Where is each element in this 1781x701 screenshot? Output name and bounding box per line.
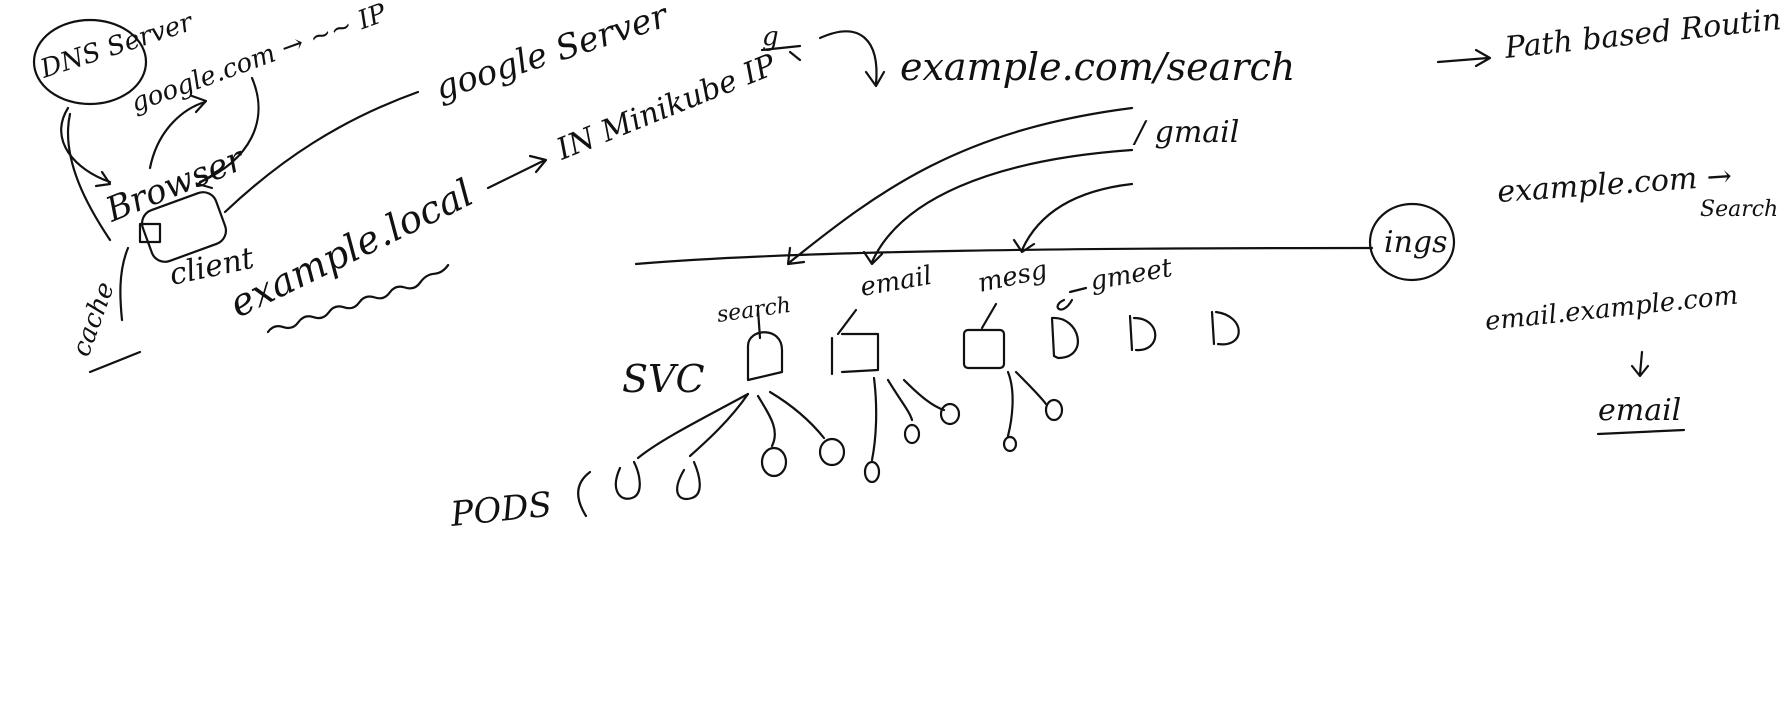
pod-9: [1044, 398, 1064, 422]
gmeet-svc-label: gmeet: [1088, 253, 1175, 297]
path-based-routing-label: Path based Routing: [1502, 0, 1781, 66]
svc-email: [830, 332, 880, 376]
svc-mesg: [962, 328, 1006, 370]
email-underline: [1596, 428, 1686, 436]
ingress-line: [634, 246, 1374, 266]
mesg-pod-line-2: [1014, 370, 1048, 406]
cache-underline: [88, 350, 142, 374]
gmail-path-label: / gmail: [1132, 115, 1239, 150]
dns-outer-curve: [67, 112, 112, 242]
pod-1: [614, 460, 641, 500]
gmeet-arrow: [1068, 286, 1088, 294]
example-local-label: example.local: [223, 170, 480, 326]
pod-7: [939, 402, 961, 426]
svc-extra-1: [1128, 314, 1157, 352]
email-pod-line-2: [886, 378, 914, 422]
email-svc-label: email: [858, 261, 934, 303]
svc-search: [746, 331, 784, 382]
svc-label: SVC: [622, 357, 705, 401]
gmail-route-arrow: [870, 148, 1134, 264]
search-pod-line-3: [756, 394, 776, 448]
svc-gmeet: [1050, 316, 1079, 360]
pods-bracket: [577, 470, 592, 518]
pods-label: PODS: [448, 485, 554, 535]
gmeet-arrow-stem: [1056, 298, 1074, 311]
whiteboard-canvas: DNS Server google.com → ~~ IP Browser cl…: [0, 0, 1781, 701]
arrowhead: [864, 70, 886, 88]
email-pod-line-1: [870, 376, 878, 462]
pod-8: [1002, 435, 1018, 453]
search-pod-line-1: [636, 392, 750, 460]
pod-6: [903, 423, 921, 445]
example-to-search-label: example.com →: [1496, 159, 1733, 210]
email-tick: [836, 308, 858, 336]
cache-link: [119, 246, 130, 322]
pod-5: [863, 460, 881, 484]
search-pod-line-4: [768, 390, 826, 440]
mesg-svc-label: mesg: [975, 255, 1050, 299]
search-svc-label: search: [715, 293, 792, 328]
mesg-pod-line-1: [1006, 370, 1014, 438]
arrow-to-minikube: [486, 158, 547, 190]
example-search-label: example.com/search: [900, 45, 1295, 89]
diagram-svg: DNS Server google.com → ~~ IP Browser cl…: [32, 0, 1781, 535]
google-server-label: google Server: [430, 0, 674, 109]
email-example-label: email.example.com: [1484, 281, 1740, 337]
in-minikube-ip-label: IN Minikube IP: [551, 47, 782, 167]
pod-3: [760, 446, 788, 478]
search-pod-line-2: [688, 392, 750, 458]
ingress-label: ings: [1384, 225, 1448, 260]
mesg-route-arrow: [1020, 182, 1134, 252]
path-routing-arrow: [1436, 56, 1490, 64]
email-pod-line-3: [902, 378, 946, 412]
email-down-arrow: [1638, 350, 1644, 376]
svc-extra-2: [1210, 310, 1240, 346]
cache-label: cache: [66, 278, 120, 360]
client-to-google-server: [223, 90, 420, 214]
browser-label: Browser: [99, 138, 251, 230]
pod-2: [676, 460, 701, 501]
pod-4: [818, 437, 846, 467]
mesg-tick: [980, 302, 998, 330]
example-to-search-target: Search: [1700, 197, 1778, 222]
email-target-label: email: [1598, 393, 1681, 428]
